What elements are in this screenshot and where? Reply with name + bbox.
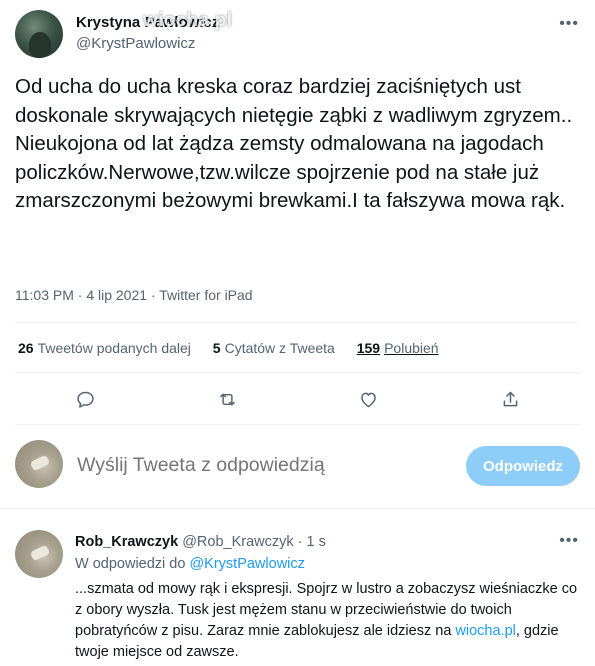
reply-input[interactable] xyxy=(77,454,437,477)
divider xyxy=(15,424,580,425)
author-avatar[interactable] xyxy=(15,10,63,58)
reply-time[interactable]: 1 s xyxy=(307,534,326,550)
retweets-stat[interactable]: 26 Tweetów podanych dalej xyxy=(18,340,191,356)
likes-count: 159 xyxy=(356,340,381,356)
share-button[interactable] xyxy=(493,382,527,416)
tweet-stats: 26 Tweetów podanych dalej 5 Cytatów z Twee… xyxy=(18,340,457,356)
quotes-label: Cytatów z Tweeta xyxy=(224,340,335,356)
quotes-stat[interactable]: 5 Cytatów z Tweeta xyxy=(213,340,335,356)
likes-label: Polubień xyxy=(384,340,439,356)
reply-author-avatar[interactable] xyxy=(15,530,63,578)
more-dots-icon[interactable]: ••• xyxy=(559,532,579,550)
likes-stat[interactable]: 159 Polubień xyxy=(357,340,439,356)
divider xyxy=(15,372,580,373)
watermark-text: wiocha.pl xyxy=(143,10,233,31)
reply-submit-button[interactable]: Odpowiedz xyxy=(466,446,580,486)
replying-to: W odpowiedzi do @KrystPawlowicz xyxy=(75,556,305,572)
reply-text: ...szmata od mowy rąk i ekspresji. Spojr… xyxy=(75,579,580,663)
replying-to-label: W odpowiedzi do xyxy=(75,556,186,572)
retweet-button[interactable] xyxy=(210,382,244,416)
reply-link[interactable]: wiocha.pl xyxy=(455,623,515,639)
tweet-paragraph: Nieukojona od lat żądza zemsty odmalowan… xyxy=(15,132,566,212)
more-dots-icon[interactable]: ••• xyxy=(559,16,579,32)
retweet-icon xyxy=(219,393,235,405)
user-avatar xyxy=(15,440,63,488)
replying-to-handle-link[interactable]: @KrystPawlowicz xyxy=(189,556,304,572)
author-handle[interactable]: @KrystPawlowicz xyxy=(76,35,195,52)
like-button[interactable] xyxy=(351,382,385,416)
separator-dot: · xyxy=(297,534,303,550)
action-bar xyxy=(0,382,595,416)
tweet-paragraph: Od ucha do ucha kreska coraz bardziej za… xyxy=(15,75,573,127)
tweet-text: Od ucha do ucha kreska coraz bardziej za… xyxy=(15,73,575,216)
author-row: Krystyna Pawłowicz wiocha.pl @KrystPawlo… xyxy=(15,10,585,60)
like-icon xyxy=(360,392,376,407)
quotes-count: 5 xyxy=(212,340,221,356)
divider xyxy=(0,508,595,509)
tweet-timestamp[interactable]: 11:03 PM · 4 lip 2021 · Twitter for iPad xyxy=(15,287,253,303)
reply-compose: Odpowiedz xyxy=(15,438,585,494)
reply-author-name[interactable]: Rob_Krawczyk xyxy=(75,534,178,550)
reply-icon xyxy=(76,391,94,408)
reply-tweet[interactable]: Rob_Krawczyk @Rob_Krawczyk · 1 s ••• W o… xyxy=(0,520,595,666)
reply-header: Rob_Krawczyk @Rob_Krawczyk · 1 s xyxy=(75,534,326,550)
divider xyxy=(15,322,580,323)
retweets-count: 26 xyxy=(18,340,34,356)
share-icon xyxy=(503,391,517,406)
retweets-label: Tweetów podanych dalej xyxy=(37,340,191,356)
reply-author-handle[interactable]: @Rob_Krawczyk xyxy=(182,534,293,550)
reply-button[interactable] xyxy=(68,382,102,416)
